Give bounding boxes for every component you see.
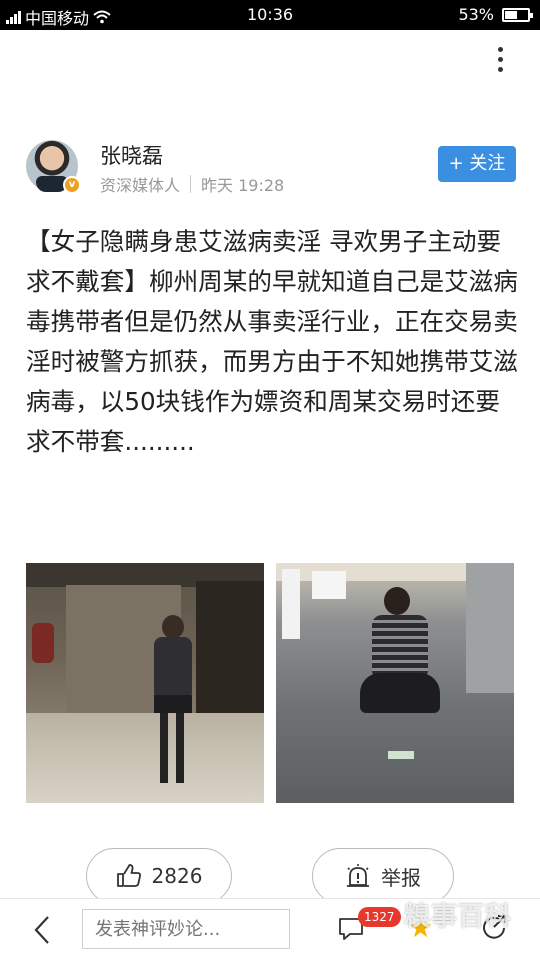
post-time: 昨天 19:28 xyxy=(201,176,285,195)
follow-button[interactable]: + 关注 xyxy=(438,146,516,182)
battery-icon xyxy=(502,7,533,22)
battery-percent: 53% xyxy=(458,5,494,24)
more-vertical-icon[interactable] xyxy=(490,44,510,74)
author-name[interactable]: 张晓磊 xyxy=(100,140,163,170)
author-meta: 资深媒体人 昨天 19:28 xyxy=(100,172,284,196)
thumbs-up-icon xyxy=(116,864,141,887)
report-label: 举报 xyxy=(381,865,421,890)
verified-badge-icon: v xyxy=(63,176,81,194)
watermark: 糗事百科 xyxy=(404,902,513,932)
like-count: 2826 xyxy=(151,864,203,888)
status-right: 53% xyxy=(458,5,533,24)
report-icon xyxy=(347,864,369,887)
meta-divider xyxy=(190,175,192,193)
battery-fill xyxy=(505,10,517,19)
article-photo-left[interactable] xyxy=(26,563,264,803)
article-photo-right[interactable] xyxy=(276,563,514,803)
like-button[interactable]: 2826 xyxy=(86,848,232,904)
avatar[interactable]: v xyxy=(26,140,81,194)
back-arrow-icon[interactable] xyxy=(30,913,54,947)
comment-input[interactable] xyxy=(82,909,290,949)
author-title: 资深媒体人 xyxy=(100,176,181,195)
article-text: 【女子隐瞒身患艾滋病卖淫 寻欢男子主动要求不戴套】柳州周某的早就知道自己是艾滋病… xyxy=(26,227,518,456)
status-bar: 中国移动 10:36 53% xyxy=(0,0,540,30)
comment-count-badge: 1327 xyxy=(358,907,401,927)
